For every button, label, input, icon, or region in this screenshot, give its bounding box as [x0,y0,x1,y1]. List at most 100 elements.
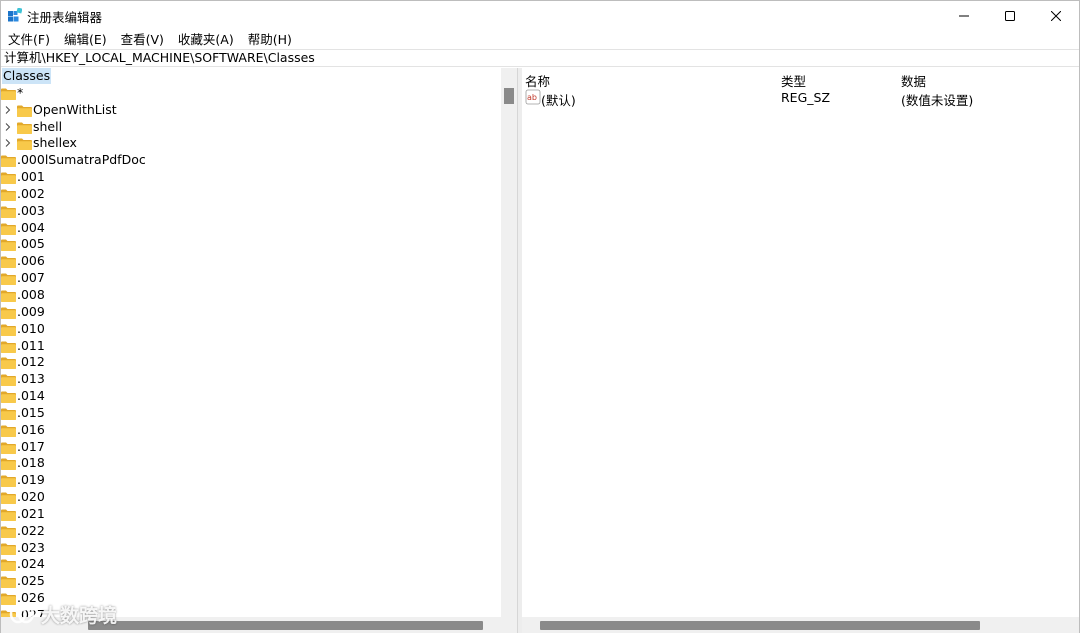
tree-node[interactable]: .016 [1,422,501,439]
title-bar: 注册表编辑器 [1,1,1079,30]
folder-icon [1,88,16,100]
folder-icon [1,509,16,521]
tree-node[interactable]: .024 [1,556,501,573]
tree-node[interactable]: .017 [1,439,501,456]
folder-icon [1,256,16,269]
watermark-text: 大数跨境 [41,604,118,627]
tree-node-label: .000lSumatraPdfDoc [17,152,146,168]
tree-node-label: .017 [17,438,45,454]
tree-node-label: * [17,84,24,100]
tree-node[interactable]: Classes [1,68,501,85]
tree-node[interactable]: .000lSumatraPdfDoc [1,152,501,169]
tree-node-label: .010 [17,320,45,336]
tree-node-label: .001 [17,169,45,185]
values-horizontal-scroll-thumb[interactable] [540,621,980,630]
tree-node-label: .013 [17,371,45,387]
folder-icon [1,273,16,286]
tree-node[interactable]: .023 [1,540,501,557]
values-horizontal-scrollbar[interactable] [522,617,1079,633]
tree-node-label: .008 [17,286,45,302]
tree-node[interactable]: .019 [1,472,501,489]
menu-help[interactable]: 帮助(H) [241,30,299,49]
tree-node[interactable]: OpenWithList [1,102,501,119]
tree-node[interactable]: .002 [1,186,501,203]
tree-node-label: .009 [17,303,45,319]
tree-node[interactable]: * [1,85,501,102]
tree-node[interactable]: .015 [1,405,501,422]
tree-node[interactable]: .005 [1,236,501,253]
watermark-logo-icon [9,604,35,624]
folder-icon [1,206,16,218]
tree-node[interactable]: .007 [1,270,501,287]
minimize-icon [959,15,969,16]
folder-icon [1,307,16,319]
folder-icon [1,492,16,505]
folder-icon [1,442,16,454]
folder-icon [1,172,16,185]
tree-node[interactable]: .025 [1,573,501,590]
folder-icon [1,408,16,420]
menu-favorites[interactable]: 收藏夹(A) [171,30,241,49]
tree-node-label: .014 [17,388,45,404]
folder-icon [1,526,16,538]
tree-node[interactable]: shell [1,119,501,136]
tree-node[interactable]: .003 [1,203,501,220]
value-name: (默认) [541,93,576,108]
tree-node[interactable]: .018 [1,455,501,472]
tree-node-label: .002 [17,185,45,201]
regedit-app-icon [8,8,22,22]
tree-node[interactable]: .008 [1,287,501,304]
tree-node-label: .025 [17,573,45,589]
key-tree-pane: Classes * OpenWithList shell shellex .000lSum… [1,68,517,633]
tree-node[interactable]: shellex [1,135,501,152]
folder-icon [1,576,16,589]
value-data: (数值未设置) [901,93,974,108]
close-button[interactable] [1033,1,1079,30]
maximize-button[interactable] [987,1,1033,30]
tree-node-label: .015 [17,404,45,420]
folder-icon [1,155,16,168]
tree-node[interactable]: .006 [1,253,501,270]
watermark: 大数跨境 [9,601,149,627]
tree-vertical-scrollbar[interactable] [501,68,517,617]
tree-node[interactable]: .010 [1,321,501,338]
registry-editor-window: 注册表编辑器 文件(F) 编辑(E) 查看(V) 收藏夹(A) 帮助(H) 计算… [0,0,1080,633]
menu-file[interactable]: 文件(F) [1,30,57,49]
chevron-right-icon[interactable] [4,122,12,131]
tree-node-label: .018 [17,455,45,471]
close-icon [1051,10,1061,21]
menu-edit[interactable]: 编辑(E) [57,30,114,49]
chevron-right-icon[interactable] [4,105,12,114]
key-tree: Classes * OpenWithList shell shellex .000lSum… [1,68,501,624]
tree-node[interactable]: .012 [1,354,501,371]
menu-bar: 文件(F) 编辑(E) 查看(V) 收藏夹(A) 帮助(H) [1,30,299,49]
tree-node[interactable]: .001 [1,169,501,186]
tree-node-label: .007 [17,270,45,286]
folder-icon [1,425,16,437]
tree-node[interactable]: .021 [1,506,501,523]
address-bar[interactable]: 计算机\HKEY_LOCAL_MACHINE\SOFTWARE\Classes [1,49,1079,67]
tree-node-label: .003 [17,202,45,218]
tree-node-label: shell [33,118,63,134]
tree-node[interactable]: .020 [1,489,501,506]
value-row[interactable]: ab (默认) REG_SZ (数值未设置) [522,88,1079,108]
tree-vertical-scroll-thumb[interactable] [504,88,514,104]
values-pane: 名称 类型 数据 ab (默认) REG_SZ (数值未设置) [522,68,1079,633]
string-value-icon: ab [525,89,541,105]
tree-node[interactable]: .004 [1,220,501,237]
folder-icon [1,324,16,336]
tree-node[interactable]: .013 [1,371,501,388]
tree-node[interactable]: .014 [1,388,501,405]
folder-icon [1,357,16,370]
tree-node[interactable]: .011 [1,338,501,355]
tree-node-label: OpenWithList [33,101,117,117]
minimize-button[interactable] [941,1,987,30]
folder-icon [1,239,16,252]
menu-view[interactable]: 查看(V) [114,30,171,49]
folder-icon [1,290,16,302]
tree-node-label: Classes [2,68,52,84]
chevron-right-icon[interactable] [4,139,12,148]
tree-node[interactable]: .009 [1,304,501,321]
tree-node-label: .019 [17,472,45,488]
tree-node[interactable]: .022 [1,523,501,540]
